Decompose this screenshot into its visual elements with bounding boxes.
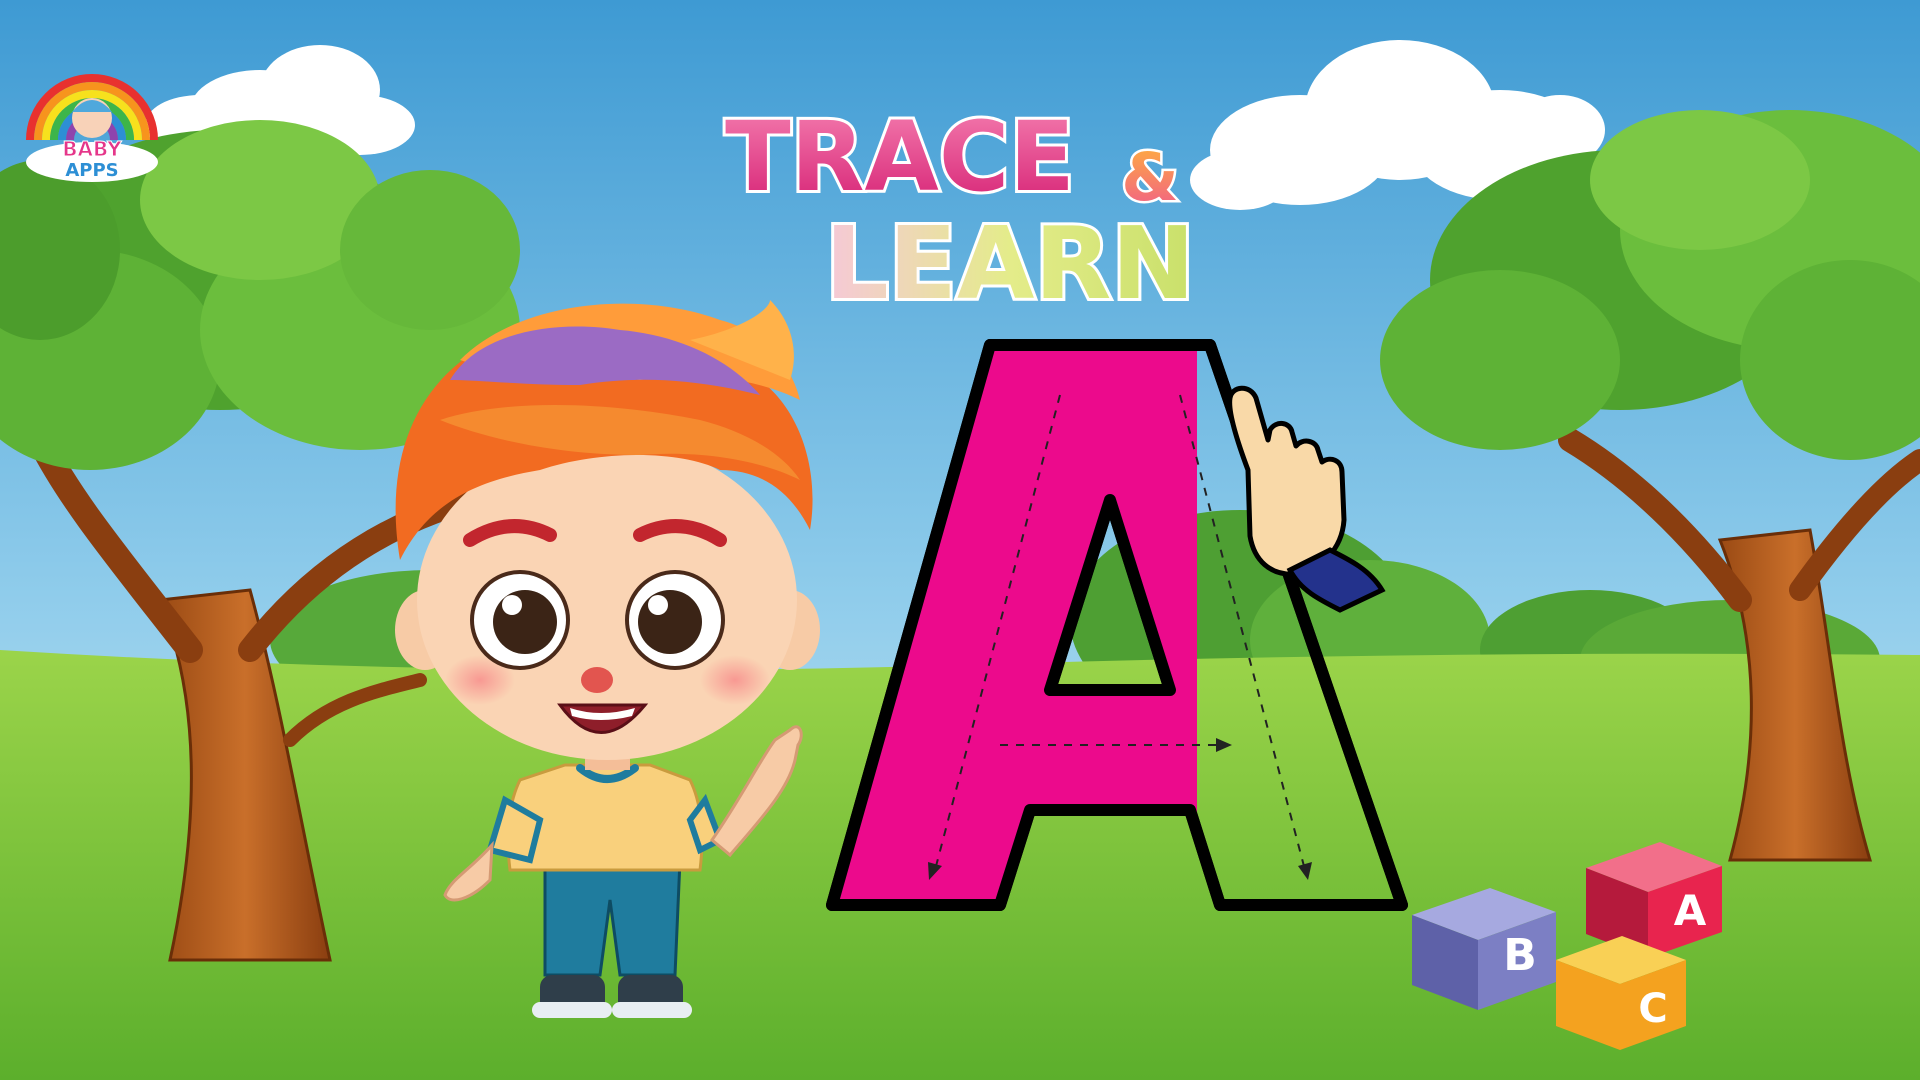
logo-line2: APPS [65, 160, 118, 181]
block-c: C [1556, 936, 1686, 1050]
block-a-letter: A [1674, 886, 1707, 935]
logo-line1: BABY [62, 137, 122, 161]
title-line1: TRACE [725, 101, 1075, 213]
block-c-letter: C [1638, 986, 1667, 1032]
baby-apps-logo: BABY APPS [26, 74, 158, 182]
scene-canvas: BABY APPS TRACE & LEARN B A C [0, 0, 1920, 1080]
title-line2: LEARN [825, 205, 1195, 322]
trace-and-learn-scene: BABY APPS TRACE & LEARN B A C [0, 0, 1920, 1080]
block-b-letter: B [1503, 930, 1537, 981]
